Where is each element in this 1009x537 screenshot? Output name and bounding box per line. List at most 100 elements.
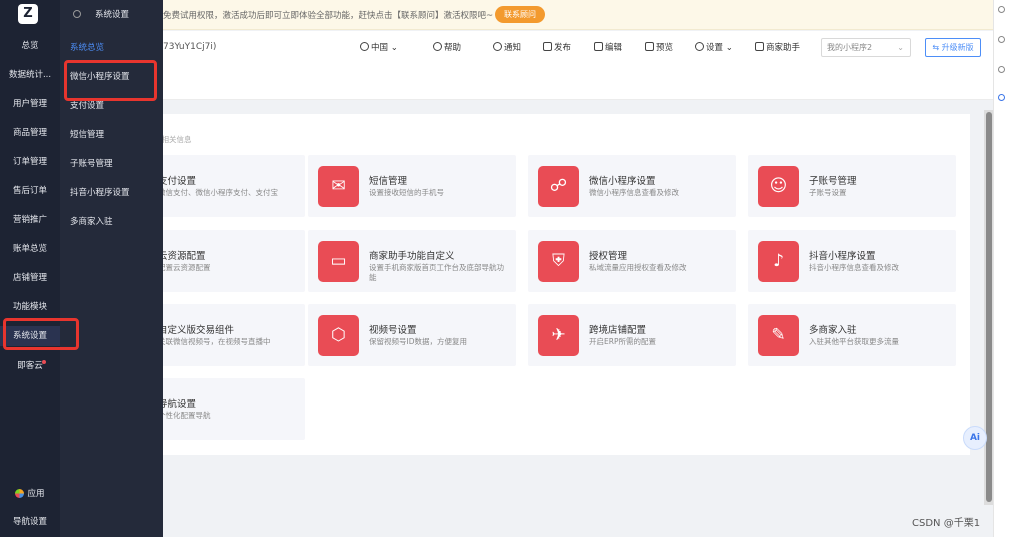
preview-button[interactable]: 预览 [645, 41, 673, 53]
blue-square-icon [998, 94, 1005, 101]
app-id-text: 73YuY1Cj7i) [163, 42, 217, 52]
sidebar-item-statistics[interactable]: 数据统计... [0, 65, 60, 85]
publish-icon [543, 42, 552, 51]
card-douyin-miniprogram[interactable]: ♪ 抖音小程序设置 抖音小程序信息查看及修改 [748, 230, 956, 292]
sidebar-item-jikeyun[interactable]: 即客云 [0, 356, 60, 376]
notification-dot [42, 360, 46, 364]
browser-side-strip [993, 0, 1009, 537]
card-subaccount[interactable]: ☺ 子账号管理 子账号设置 [748, 155, 956, 217]
chat-settings-icon: ☍ [538, 166, 579, 207]
tiktok-icon: ♪ [758, 241, 799, 282]
app-logo[interactable]: Z [18, 4, 38, 24]
publish-label: 发布 [554, 43, 572, 53]
edit-button[interactable]: 编辑 [594, 41, 622, 53]
preview-icon [645, 42, 654, 51]
sidebar-item-marketing[interactable]: 营销推广 [0, 210, 60, 230]
assistant-label: 商家助手 [766, 43, 801, 53]
card-desc: 保留视频号ID数据，方便复用 [369, 337, 467, 346]
card-title: 子账号管理 [809, 176, 857, 187]
help-button[interactable]: 帮助 [433, 41, 461, 53]
tablet-icon: ▭ [318, 241, 359, 282]
settings-content-panel: 设置 小程序相关信息 ¥ 支付设置 微信支付、微信小程序支付、支付宝 ✉ 短信管… [77, 114, 970, 455]
help-label: 帮助 [444, 43, 462, 53]
submenu-item-douyin[interactable]: 抖音小程序设置 [70, 186, 130, 198]
card-title: 多商家入驻 [809, 325, 857, 336]
shield-icon: ⛨ [538, 241, 579, 282]
card-authorization[interactable]: ⛨ 授权管理 私域流量应用授权查看及修改 [528, 230, 736, 292]
sidebar-item-label: 即客云 [17, 361, 43, 371]
card-sms-management[interactable]: ✉ 短信管理 设置接收短信的手机号 [308, 155, 516, 217]
sidebar-item-orders[interactable]: 订单管理 [0, 152, 60, 172]
settings-circle-icon [73, 10, 81, 18]
sidebar-apps-button[interactable]: 应用 [0, 484, 60, 504]
sidebar-nav-settings[interactable]: 导航设置 [0, 512, 60, 532]
sidebar-item-billing[interactable]: 账单总览 [0, 239, 60, 259]
card-assistant-custom[interactable]: ▭ 商家助手功能自定义 设置手机商家版首页工作台及底部导航功能 [308, 230, 516, 292]
submenu-item-sms[interactable]: 短信管理 [70, 128, 104, 140]
preview-label: 预览 [656, 43, 674, 53]
submenu-item-subaccount[interactable]: 子账号管理 [70, 157, 113, 169]
scrollbar-thumb[interactable] [986, 112, 992, 502]
submenu-item-overview[interactable]: 系统总览 [70, 41, 104, 53]
card-desc: 子账号设置 [809, 188, 847, 197]
video-icon: ⬡ [318, 315, 359, 356]
card-title: 自定义版交易组件 [158, 325, 235, 336]
sidebar-item-products[interactable]: 商品管理 [0, 123, 60, 143]
watermark: CSDN @千栗1 [912, 518, 981, 529]
card-title: 商家助手功能自定义 [369, 251, 455, 262]
main-sidebar: Z 总览 数据统计... 用户管理 商品管理 订单管理 售后订单 营销推广 账单… [0, 0, 60, 537]
circle-icon [998, 36, 1005, 43]
chevron-down-icon: ⌄ [897, 43, 904, 52]
bell-icon [493, 42, 502, 51]
region-select[interactable]: 中国 ⌄ [360, 41, 398, 53]
edit-icon [594, 42, 603, 51]
plane-icon: ✈ [538, 315, 579, 356]
card-wechat-miniprogram[interactable]: ☍ 微信小程序设置 微信小程序信息查看及修改 [528, 155, 736, 217]
submenu-item-multi-merchant[interactable]: 多商家入驻 [70, 215, 113, 227]
settings-label: 设置 [706, 43, 724, 53]
circle-icon [998, 66, 1005, 73]
help-icon [433, 42, 442, 51]
breadcrumb-row [163, 64, 999, 100]
upgrade-button[interactable]: ⇆ 升级新版 [925, 38, 981, 57]
sidebar-item-store[interactable]: 店铺管理 [0, 268, 60, 288]
card-desc: 微信小程序信息查看及修改 [589, 188, 679, 197]
card-title: 短信管理 [369, 176, 408, 187]
card-desc: 关联微信视频号，在视频号直播中 [158, 337, 271, 346]
card-video-channel[interactable]: ⬡ 视频号设置 保留视频号ID数据，方便复用 [308, 304, 516, 366]
region-label: 中国 [371, 43, 389, 53]
card-title: 抖音小程序设置 [809, 251, 876, 262]
assistant-button[interactable]: 商家助手 [755, 41, 800, 53]
highlight-system-settings [3, 318, 79, 350]
notify-button[interactable]: 通知 [493, 41, 521, 53]
highlight-wechat-settings [64, 60, 157, 101]
publish-button[interactable]: 发布 [543, 41, 571, 53]
apps-icon [15, 489, 25, 498]
notify-label: 通知 [504, 43, 522, 53]
card-multi-merchant[interactable]: ✎ 多商家入驻 入驻其他平台获取更多流量 [748, 304, 956, 366]
sidebar-item-users[interactable]: 用户管理 [0, 94, 60, 114]
sidebar-item-modules[interactable]: 功能模块 [0, 297, 60, 317]
card-crossborder[interactable]: ✈ 跨境店铺配置 开启ERP所需的配置 [528, 304, 736, 366]
card-desc: 微信支付、微信小程序支付、支付宝 [158, 188, 278, 197]
location-icon [360, 42, 369, 51]
edit-label: 编辑 [605, 43, 623, 53]
circle-icon [998, 6, 1005, 13]
card-title: 授权管理 [589, 251, 628, 262]
card-desc: 设置手机商家版首页工作台及底部导航功能 [369, 263, 504, 282]
apps-label: 应用 [27, 489, 45, 499]
sidebar-item-aftersale[interactable]: 售后订单 [0, 181, 60, 201]
settings-button[interactable]: 设置 ⌄ [695, 41, 733, 53]
card-desc: 入驻其他平台获取更多流量 [809, 337, 899, 346]
ai-assistant-button[interactable]: Ai [963, 426, 987, 450]
contact-advisor-button[interactable]: 联系顾问 [495, 6, 545, 23]
card-desc: 设置接收短信的手机号 [369, 188, 444, 197]
users-icon: ☺ [758, 166, 799, 207]
mini-program-select[interactable]: 我的小程序2 ⌄ [821, 38, 911, 57]
card-title: 云资源配置 [158, 251, 206, 262]
top-header: 73YuY1Cj7i) 中国 ⌄ 帮助 通知 发布 编辑 预览 设置 ⌄ 商家助… [163, 31, 999, 64]
card-title: 支付设置 [158, 176, 197, 187]
upgrade-label: 升级新版 [941, 43, 974, 52]
mini-program-select-value: 我的小程序2 [827, 43, 873, 52]
sidebar-item-overview[interactable]: 总览 [0, 36, 60, 56]
